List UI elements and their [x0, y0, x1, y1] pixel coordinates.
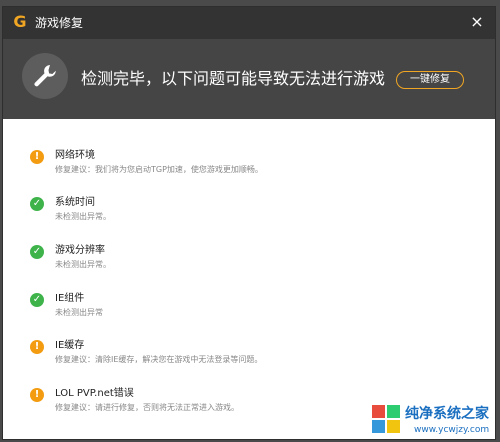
issue-item-ie-cache: ! IE缓存 修复建议：清除IE缓存，解决您在游戏中无法登录等问题。 [3, 337, 495, 377]
one-click-repair-button[interactable]: 一键修复 [396, 71, 464, 89]
check-icon: ✓ [30, 293, 44, 307]
issue-detail: 修复建议：请进行修复，否则将无法正常进入游戏。 [55, 403, 239, 412]
issue-detail: 未检测出异常。 [55, 260, 111, 269]
issue-item-system-time: ✓ 系统时间 未检测出异常。 [3, 194, 495, 234]
issue-detail: 未检测出异常 [55, 308, 103, 317]
issue-detail: 修复建议：清除IE缓存，解决您在游戏中无法登录等问题。 [55, 355, 263, 364]
scan-result-message: 检测完毕，以下问题可能导致无法进行游戏 [81, 69, 386, 88]
window-title: 游戏修复 [35, 16, 84, 30]
warning-icon: ! [30, 340, 44, 354]
title-bar: G 游戏修复 × [3, 7, 495, 39]
issue-name: IE组件 [55, 293, 85, 304]
issue-name: 系统时间 [55, 197, 95, 208]
issue-name: 游戏分辨率 [55, 245, 105, 256]
warning-icon: ! [30, 388, 44, 402]
game-repair-window: G 游戏修复 × 检测完毕，以下问题可能导致无法进行游戏 一键修复 ! 网络环境… [2, 6, 496, 440]
wrench-icon [22, 53, 68, 99]
issue-detail: 修复建议：我们将为您启动TGP加速，使您游戏更加顺畅。 [55, 165, 263, 174]
check-icon: ✓ [30, 245, 44, 259]
issue-name: 网络环境 [55, 150, 95, 161]
warning-icon: ! [30, 150, 44, 164]
issue-item-resolution: ✓ 游戏分辨率 未检测出异常。 [3, 242, 495, 282]
issue-item-network: ! 网络环境 修复建议：我们将为您启动TGP加速，使您游戏更加顺畅。 [3, 147, 495, 187]
issue-item-ie-component: ✓ IE组件 未检测出异常 [3, 290, 495, 330]
issue-list: ! 网络环境 修复建议：我们将为您启动TGP加速，使您游戏更加顺畅。 ✓ 系统时… [3, 119, 495, 439]
site-watermark: 纯净系统之家 www.ycwjzy.com [372, 404, 496, 438]
issue-name: LOL PVP.net错误 [55, 388, 134, 399]
issue-name: IE缓存 [55, 340, 85, 351]
app-logo-icon: G [13, 12, 27, 31]
check-icon: ✓ [30, 197, 44, 211]
issue-detail: 未检测出异常。 [55, 212, 111, 221]
watermark-title: 纯净系统之家 [405, 406, 489, 422]
result-banner: 检测完毕，以下问题可能导致无法进行游戏 一键修复 [3, 39, 495, 119]
windows-logo-icon [372, 405, 402, 435]
close-button[interactable]: × [467, 12, 487, 32]
watermark-url: www.ycwjzy.com [414, 425, 490, 435]
